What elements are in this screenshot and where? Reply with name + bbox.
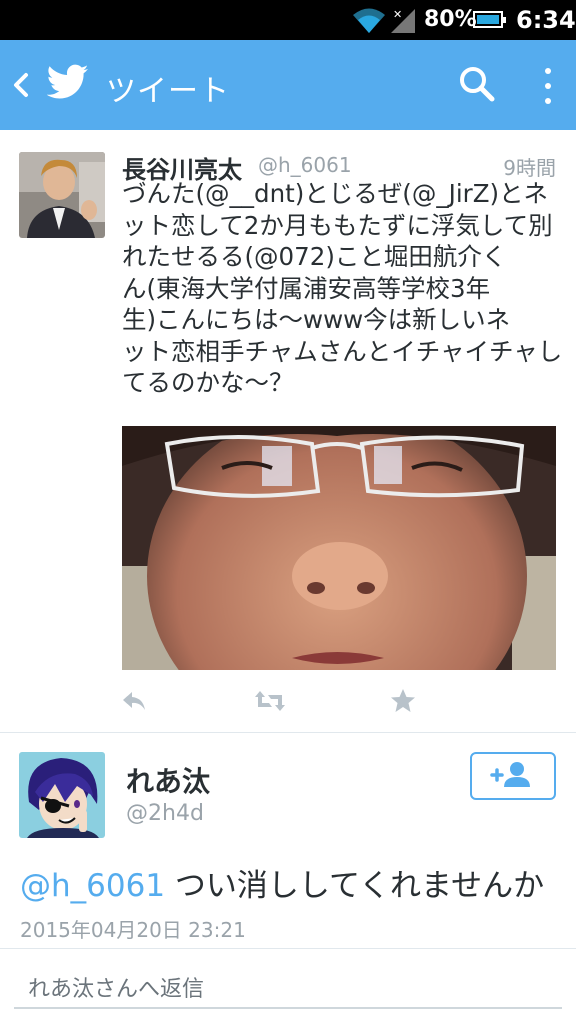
tweet-text-line: づんた(@__dnt)とじるぜ(@_JirZ)とネ (122, 179, 549, 208)
search-icon[interactable] (458, 65, 496, 103)
wifi-icon (353, 8, 385, 33)
divider (0, 948, 576, 949)
reply-icon[interactable] (121, 688, 147, 714)
author-handle[interactable]: @h_6061 (258, 153, 352, 177)
tweet-time: 9時間 (503, 156, 556, 180)
tweet-actions (0, 688, 576, 724)
clock: 6:34 (516, 6, 576, 34)
reply-author-handle[interactable]: @2h4d (126, 801, 204, 826)
tweet[interactable]: 長谷川亮太 @h_6061 9時間 づんた(@__dnt)とじるぜ(@_JirZ… (0, 130, 576, 732)
reply-text: @h_6061 つい消ししてくれませんか (20, 860, 544, 905)
favorite-icon[interactable] (390, 688, 416, 714)
battery-percent: 80% (424, 7, 477, 32)
mention-link[interactable]: @h_6061 (20, 868, 165, 904)
reply-author-name[interactable]: れあ汰 (126, 760, 210, 800)
reply-input[interactable]: れあ汰さんへ返信 (14, 963, 562, 1009)
avatar[interactable] (19, 152, 105, 238)
back-arrow-icon[interactable] (10, 67, 30, 103)
overflow-menu-icon[interactable] (540, 66, 556, 106)
tweet-photo[interactable] (122, 426, 556, 670)
tweet-text-line: 生)こんにちは〜www今は新しいネ (122, 305, 511, 334)
tweet-text-line: ット恋して2か月ももたずに浮気して別 (122, 210, 553, 240)
tweet-text-line: ット恋相手チャムさんとイチャイチャし (122, 336, 563, 366)
tweet-text: づんた(@__dnt)とじるぜ(@_JirZ)とネ ット恋して2か月ももたずに浮気… (122, 178, 563, 399)
add-user-icon (490, 762, 530, 787)
svg-text:✕: ✕ (393, 8, 402, 21)
tweet-text-line: ん(東海大学付属浦安高等学校3年 (122, 273, 491, 303)
page-title: ツイート (106, 74, 230, 109)
signal-icon: ✕ (391, 8, 415, 33)
twitter-bird-icon[interactable] (47, 64, 89, 100)
avatar[interactable] (19, 752, 105, 838)
retweet-icon[interactable] (254, 688, 286, 714)
reply-placeholder: れあ汰さんへ返信 (28, 977, 205, 1002)
tweet-text-line: てるのかな〜？ (122, 368, 294, 397)
divider (0, 732, 576, 733)
status-bar: ✕ 80% 6:34 (0, 0, 576, 40)
action-bar: ツイート (0, 40, 576, 130)
reply-timestamp: 2015年04月20日 23:21 (20, 918, 246, 942)
reply-text-content: つい消ししてくれませんか (165, 868, 545, 904)
tweet-text-line: れたせるる(@072)こと堀田航介く (122, 242, 507, 271)
battery-icon (473, 11, 506, 28)
follow-button[interactable] (470, 752, 556, 800)
